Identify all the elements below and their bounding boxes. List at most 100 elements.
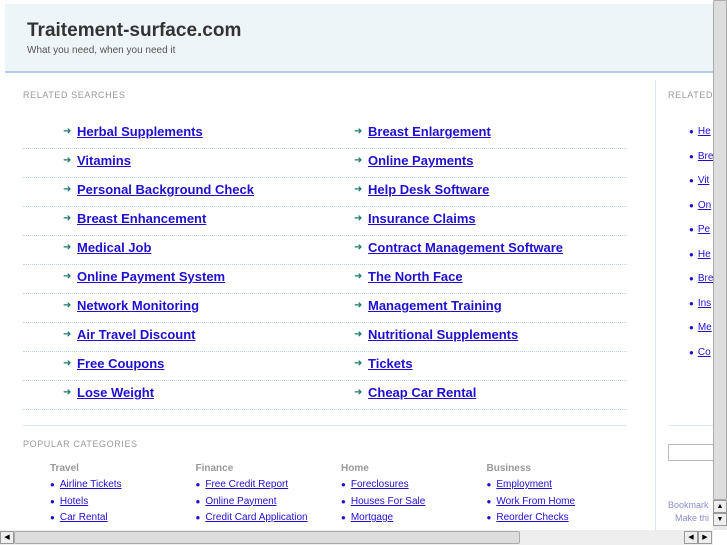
- category-item: ● Car Rental: [50, 512, 122, 529]
- related-search-link[interactable]: Cheap Car Rental: [368, 385, 476, 400]
- related-search-link[interactable]: Personal Background Check: [77, 182, 254, 197]
- arrow-right-icon: ➜: [63, 213, 72, 224]
- related-search-link[interactable]: Management Training: [368, 298, 502, 313]
- category-title: Finance: [195, 463, 234, 474]
- sidebar-item: ● Co: [689, 347, 711, 358]
- category-link[interactable]: Credit Card Application: [205, 512, 307, 523]
- category-link[interactable]: Houses For Sale: [351, 496, 425, 507]
- related-search-link[interactable]: Help Desk Software: [368, 182, 489, 197]
- related-search-link[interactable]: Network Monitoring: [77, 298, 199, 313]
- scroll-right-icon[interactable]: ▶: [698, 531, 712, 544]
- column-divider: [655, 80, 656, 530]
- category-column: Travel ● Airline Tickets ● Hotels ● Car Rental: [50, 463, 122, 529]
- sidebar-link[interactable]: Ins: [698, 298, 711, 309]
- related-search-link[interactable]: Breast Enlargement: [368, 124, 491, 139]
- bullet-icon: ●: [341, 513, 346, 522]
- sidebar-item: ● Bre: [689, 273, 713, 284]
- related-search-link[interactable]: Nutritional Supplements: [368, 327, 518, 342]
- related-search-link[interactable]: Insurance Claims: [368, 211, 476, 226]
- sidebar-link[interactable]: Bre: [698, 151, 713, 162]
- vertical-scrollbar[interactable]: ▲ ▼: [713, 0, 727, 530]
- arrow-right-icon: ➜: [63, 358, 72, 369]
- arrow-right-icon: ➜: [63, 155, 72, 166]
- related-row: ➜ Lose Weight ➜ Cheap Car Rental: [23, 381, 627, 410]
- sidebar-item: ● Bre: [689, 151, 713, 162]
- category-link[interactable]: Reorder Checks: [496, 512, 568, 523]
- sidebar-link[interactable]: Bre: [698, 273, 713, 284]
- related-search-link[interactable]: Vitamins: [77, 153, 131, 168]
- sidebar-link[interactable]: Co: [698, 347, 711, 358]
- category-item: ● Foreclosures: [341, 479, 425, 496]
- make-homepage-link[interactable]: Make thi: [675, 513, 709, 523]
- category-item: ● Employment: [487, 479, 576, 496]
- related-search-link[interactable]: Contract Management Software: [368, 240, 563, 255]
- horizontal-scrollbar[interactable]: ◀ ◀ ▶: [0, 530, 713, 545]
- related-searches-heading: RELATED SEARCHES: [23, 90, 126, 100]
- related-search-link[interactable]: Free Coupons: [77, 356, 164, 371]
- category-link[interactable]: Hotels: [60, 496, 88, 507]
- bullet-icon: ●: [689, 249, 694, 259]
- page-viewport: Traitement-surface.com What you need, wh…: [0, 0, 713, 530]
- horizontal-scroll-thumb[interactable]: [14, 531, 520, 544]
- arrow-right-icon: ➜: [354, 126, 363, 137]
- search-input[interactable]: [668, 444, 713, 461]
- scroll-left-icon[interactable]: ◀: [0, 531, 14, 544]
- arrow-right-icon: ➜: [63, 184, 72, 195]
- related-search-link[interactable]: Online Payment System: [77, 269, 225, 284]
- divider: [23, 425, 627, 426]
- category-link[interactable]: Work From Home: [496, 496, 575, 507]
- sidebar-link[interactable]: He: [698, 249, 711, 260]
- arrow-right-icon: ➜: [354, 184, 363, 195]
- sidebar-item: ● He: [689, 249, 711, 260]
- bullet-icon: ●: [341, 480, 346, 489]
- related-search-link[interactable]: Herbal Supplements: [77, 124, 203, 139]
- bullet-icon: ●: [486, 513, 492, 522]
- arrow-right-icon: ➜: [63, 329, 72, 340]
- category-link[interactable]: Mortgage: [351, 512, 393, 523]
- sidebar-item: ● Ins: [689, 298, 711, 309]
- vertical-scroll-thumb[interactable]: [713, 0, 727, 500]
- scroll-left-icon[interactable]: ◀: [684, 531, 698, 544]
- category-title: Business: [486, 463, 531, 474]
- category-item: ● Credit Card Application: [196, 512, 308, 529]
- related-row: ➜ Online Payment System ➜ The North Face: [23, 265, 627, 294]
- bullet-icon: ●: [486, 496, 492, 506]
- sidebar-item: ● Me: [689, 322, 712, 333]
- related-search-link[interactable]: Medical Job: [77, 240, 151, 255]
- related-search-link[interactable]: Online Payments: [368, 153, 473, 168]
- arrow-right-icon: ➜: [63, 126, 72, 137]
- site-title: Traitement-surface.com: [27, 20, 242, 41]
- sidebar-link[interactable]: Pe: [698, 224, 710, 235]
- category-link[interactable]: Car Rental: [60, 512, 108, 523]
- related-row: ➜ Breast Enhancement ➜ Insurance Claims: [23, 207, 627, 236]
- scroll-up-icon[interactable]: ▲: [713, 500, 727, 513]
- arrow-right-icon: ➜: [63, 242, 72, 253]
- sidebar-item: ● On: [689, 200, 711, 211]
- category-link[interactable]: Airline Tickets: [60, 479, 122, 490]
- sidebar-link[interactable]: He: [698, 126, 711, 137]
- bookmark-link[interactable]: Bookmark: [668, 500, 709, 510]
- bullet-icon: ●: [689, 127, 694, 136]
- category-link[interactable]: Online Payment: [205, 496, 276, 507]
- sidebar-link[interactable]: On: [698, 200, 711, 211]
- bullet-icon: ●: [195, 496, 201, 506]
- category-link[interactable]: Employment: [496, 479, 552, 490]
- related-search-link[interactable]: Air Travel Discount: [77, 327, 195, 342]
- site-tagline: What you need, when you need it: [27, 45, 176, 56]
- category-link[interactable]: Foreclosures: [351, 479, 409, 490]
- related-search-link[interactable]: Lose Weight: [77, 385, 154, 400]
- scroll-down-icon[interactable]: ▼: [713, 513, 727, 526]
- sidebar-link[interactable]: Me: [698, 322, 712, 333]
- category-link[interactable]: Free Credit Report: [205, 479, 288, 490]
- bullet-icon: ●: [50, 480, 55, 489]
- sidebar-link[interactable]: Vit: [698, 175, 710, 186]
- category-title: Home: [341, 463, 369, 474]
- category-item: ● Reorder Checks: [487, 512, 576, 529]
- related-search-link[interactable]: Tickets: [368, 356, 413, 371]
- related-search-link[interactable]: Breast Enhancement: [77, 211, 206, 226]
- related-search-link[interactable]: The North Face: [368, 269, 463, 284]
- related-row: ➜ Network Monitoring ➜ Management Training: [23, 294, 627, 323]
- arrow-right-icon: ➜: [354, 155, 363, 166]
- category-item: ● Airline Tickets: [50, 479, 122, 496]
- category-item: ● Free Credit Report: [196, 479, 308, 496]
